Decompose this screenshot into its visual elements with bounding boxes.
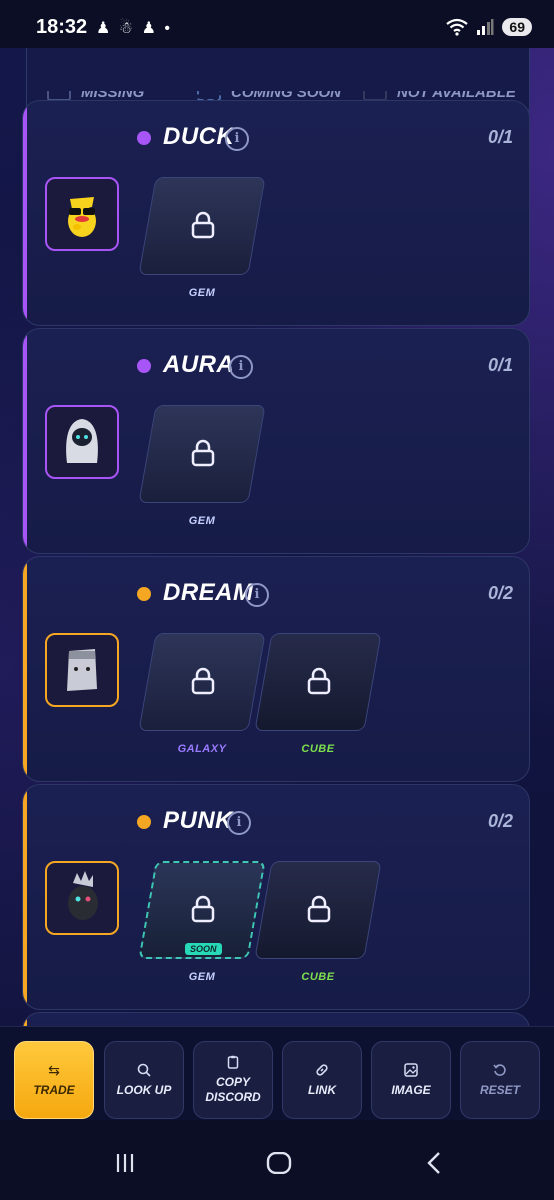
info-icon[interactable]: i (229, 355, 253, 379)
collection-scroll-area[interactable]: MISSING COMING SOON NOT AVAILABLE DUCK i… (0, 48, 554, 1080)
button-label: RESET (479, 1082, 520, 1097)
duck-avatar-icon (68, 197, 96, 237)
variant-label: CUBE (301, 743, 335, 755)
avatar[interactable] (45, 861, 119, 935)
notification-icons: ♟ ☃ ♟ • (96, 20, 172, 37)
button-label: IMAGE (391, 1082, 431, 1097)
clipboard-icon (226, 1055, 240, 1069)
info-icon[interactable]: i (225, 127, 249, 151)
button-label: COPY DISCORD (205, 1075, 261, 1104)
punk-avatar-icon (68, 871, 98, 920)
soon-badge: SOON (185, 943, 222, 955)
lock-icon (191, 439, 215, 467)
card-title: AURA (163, 351, 235, 378)
swap-arrows-icon: ⇆ (48, 1061, 60, 1078)
variant-label: GEM (188, 971, 216, 983)
variant-label: CUBE (301, 971, 335, 983)
rarity-accent (23, 785, 27, 1009)
card-count: 0/1 (487, 127, 513, 147)
variant-slot[interactable]: GEM (138, 177, 266, 299)
image-button[interactable]: IMAGE (371, 1041, 451, 1119)
button-label: LINK (308, 1082, 336, 1097)
copy-discord-button[interactable]: COPY DISCORD (193, 1041, 273, 1119)
button-label: LOOK UP (116, 1082, 172, 1097)
variant-label: GEM (188, 515, 216, 527)
lock-icon (191, 895, 215, 923)
rarity-dot (137, 359, 151, 373)
back-icon (427, 1152, 440, 1174)
recent-apps-icon (116, 1154, 134, 1172)
card-count: 0/1 (487, 355, 513, 375)
lock-icon (191, 667, 215, 695)
info-icon[interactable]: i (245, 583, 269, 607)
card-title: DUCK (163, 123, 235, 150)
home-button[interactable] (266, 1151, 292, 1181)
rarity-accent (23, 101, 27, 325)
variant-slot[interactable]: GALAXY (138, 633, 266, 755)
battery-level: 69 (502, 18, 532, 36)
card-title: DREAM (163, 579, 254, 606)
card-count: 0/2 (487, 811, 513, 831)
variant-label: GEM (188, 287, 216, 299)
home-icon (266, 1151, 292, 1175)
rarity-dot (137, 815, 151, 829)
variant-slot[interactable]: GEM (138, 405, 266, 527)
action-bar: ⇆ TRADE LOOK UP COPY DISCORD LINK IMAGE … (0, 1026, 554, 1120)
button-label: TRADE (33, 1082, 75, 1097)
rarity-dot (137, 587, 151, 601)
rarity-accent (23, 329, 27, 553)
system-nav-bar (0, 1120, 554, 1200)
card-title: PUNK (163, 807, 234, 834)
variant-slot[interactable]: CUBE (254, 633, 382, 755)
image-icon (404, 1062, 418, 1077)
lock-icon (191, 211, 215, 239)
reset-icon (493, 1063, 507, 1077)
avatar[interactable] (45, 177, 119, 251)
wifi-icon (446, 18, 469, 36)
variant-slot[interactable]: CUBE (254, 861, 382, 983)
card-duck[interactable]: DUCK i 0/1 GEM (22, 100, 530, 326)
look-up-button[interactable]: LOOK UP (104, 1041, 184, 1119)
link-button[interactable]: LINK (282, 1041, 362, 1119)
status-time: 18:32 (36, 16, 88, 38)
lock-icon (307, 667, 331, 695)
variant-slot-soon[interactable]: SOON GEM (138, 861, 266, 983)
search-icon (137, 1063, 151, 1077)
signal-icon (477, 19, 494, 35)
back-button[interactable] (426, 1152, 442, 1181)
aura-avatar-icon (66, 419, 98, 463)
avatar[interactable] (45, 633, 119, 707)
card-aura[interactable]: AURA i 0/1 GEM (22, 328, 530, 554)
dream-avatar-icon (67, 649, 97, 691)
info-icon[interactable]: i (227, 811, 251, 835)
status-right: 69 (446, 18, 532, 36)
link-icon (315, 1063, 329, 1077)
card-dream[interactable]: DREAM i 0/2 GALAXY CUBE (22, 556, 530, 782)
variant-label: GALAXY (177, 743, 227, 755)
avatar[interactable] (45, 405, 119, 479)
card-count: 0/2 (487, 583, 513, 603)
card-punk[interactable]: PUNK i 0/2 SOON GEM CUBE (22, 784, 530, 1010)
reset-button[interactable]: RESET (460, 1041, 540, 1119)
recent-apps-button[interactable] (114, 1152, 136, 1181)
rarity-dot (137, 131, 151, 145)
lock-icon (307, 895, 331, 923)
rarity-accent (23, 557, 27, 781)
trade-button[interactable]: ⇆ TRADE (14, 1041, 94, 1119)
